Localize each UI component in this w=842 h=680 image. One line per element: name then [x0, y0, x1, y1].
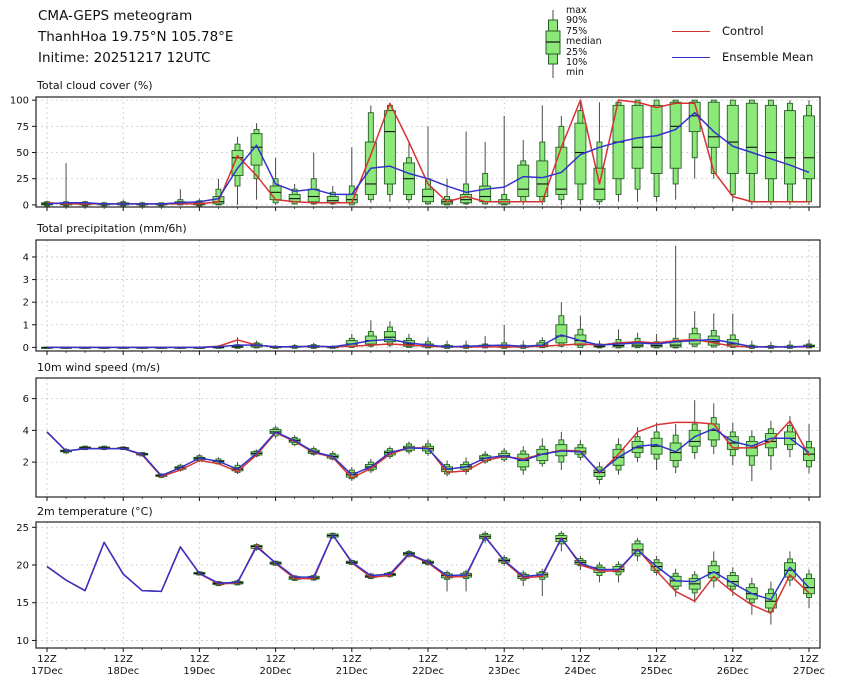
svg-text:12Z: 12Z	[494, 654, 514, 665]
svg-text:12Z: 12Z	[799, 654, 819, 665]
svg-text:20Dec: 20Dec	[260, 666, 292, 677]
svg-text:6: 6	[23, 394, 29, 405]
svg-text:12Z: 12Z	[723, 654, 743, 665]
svg-text:50: 50	[16, 148, 29, 159]
svg-text:100: 100	[10, 96, 29, 107]
svg-text:12Z: 12Z	[571, 654, 591, 665]
svg-text:22Dec: 22Dec	[412, 666, 444, 677]
svg-text:12Z: 12Z	[266, 654, 286, 665]
svg-text:26Dec: 26Dec	[717, 666, 749, 677]
svg-text:19Dec: 19Dec	[183, 666, 215, 677]
svg-text:12Z: 12Z	[647, 654, 667, 665]
svg-text:0: 0	[23, 200, 29, 211]
svg-text:4: 4	[23, 426, 29, 437]
svg-text:12Z: 12Z	[342, 654, 362, 665]
meteogram-plot: 0255075100012342461015202512Z17Dec12Z18D…	[0, 0, 842, 680]
svg-text:0: 0	[23, 343, 29, 354]
svg-text:15: 15	[16, 598, 29, 609]
svg-text:12Z: 12Z	[113, 654, 133, 665]
svg-text:12Z: 12Z	[37, 654, 57, 665]
svg-text:12Z: 12Z	[418, 654, 438, 665]
svg-text:12Z: 12Z	[190, 654, 210, 665]
svg-text:23Dec: 23Dec	[488, 666, 520, 677]
svg-text:18Dec: 18Dec	[107, 666, 139, 677]
meteogram-page: CMA-GEPS meteogram ThanhHoa 19.75°N 105.…	[0, 0, 842, 680]
svg-text:1: 1	[23, 320, 29, 331]
svg-text:21Dec: 21Dec	[336, 666, 368, 677]
svg-text:25: 25	[16, 523, 29, 534]
svg-text:24Dec: 24Dec	[564, 666, 596, 677]
svg-text:10: 10	[16, 636, 29, 647]
svg-text:4: 4	[23, 252, 29, 263]
svg-text:3: 3	[23, 275, 29, 286]
svg-text:20: 20	[16, 561, 29, 572]
svg-text:75: 75	[16, 122, 29, 133]
svg-text:2: 2	[23, 458, 29, 469]
svg-text:25: 25	[16, 174, 29, 185]
svg-text:25Dec: 25Dec	[641, 666, 673, 677]
svg-text:17Dec: 17Dec	[31, 666, 63, 677]
svg-text:27Dec: 27Dec	[793, 666, 825, 677]
svg-text:2: 2	[23, 298, 29, 309]
